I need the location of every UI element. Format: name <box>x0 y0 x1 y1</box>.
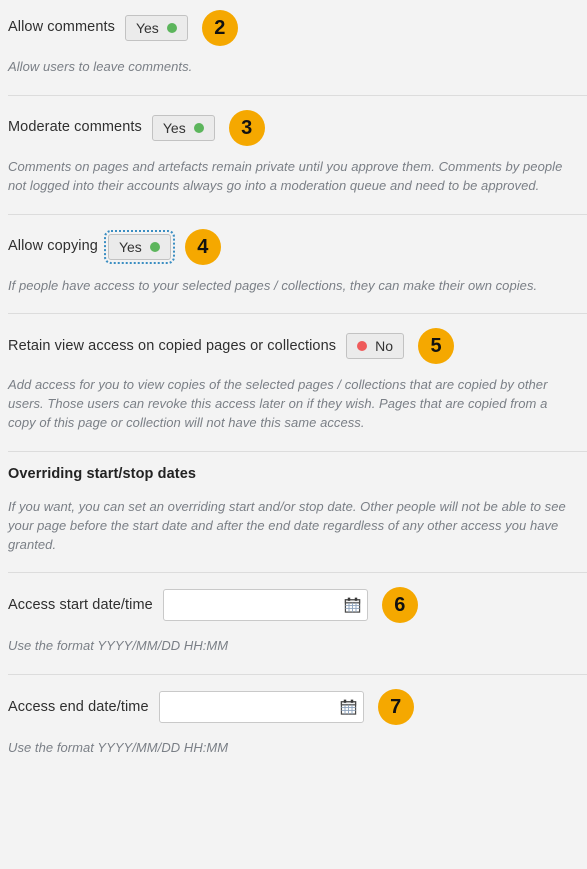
control-row: Access end date/time 7 <box>8 689 579 726</box>
status-dot-no-icon <box>357 341 368 352</box>
allow-copying-toggle-value: Yes <box>118 238 142 255</box>
control-row: Moderate comments Yes 3 <box>8 109 579 146</box>
allow-copying-label: Allow copying <box>8 237 98 254</box>
status-dot-yes-icon <box>166 23 177 33</box>
retain-view-access-description: Add access for you to view copies of the… <box>8 377 548 431</box>
access-end-date-field <box>158 691 364 724</box>
access-end-description: Use the format YYYY/MM/DD HH:MM <box>8 740 229 756</box>
moderate-comments-toggle[interactable]: Yes <box>151 114 215 141</box>
moderate-comments-toggle-value: Yes <box>162 119 186 136</box>
allow-copying-description: If people have access to your selected p… <box>8 277 538 293</box>
access-end-input[interactable] <box>158 691 364 724</box>
allow-comments-label: Allow comments <box>8 19 115 36</box>
setting-moderate-comments: Moderate comments Yes 3 Comments on page… <box>0 96 587 214</box>
retain-view-access-toggle[interactable]: No <box>346 333 405 360</box>
overriding-dates-heading: Overriding start/stop dates <box>8 465 197 482</box>
step-badge-6: 6 <box>381 587 418 624</box>
overriding-dates-description: If you want, you can set an overriding s… <box>8 498 566 552</box>
setting-retain-view-access: Retain view access on copied pages or co… <box>0 314 587 451</box>
access-start-label: Access start date/time <box>8 596 153 613</box>
access-end-label: Access end date/time <box>8 698 149 715</box>
retain-view-access-toggle-value: No <box>375 338 394 355</box>
setting-allow-copying: Allow copying Yes 4 If people have acces… <box>0 215 587 314</box>
step-badge-4: 4 <box>184 228 221 265</box>
allow-comments-toggle-value: Yes <box>135 20 159 36</box>
control-row: Access start date/time 6 <box>8 587 579 624</box>
step-badge-7: 7 <box>377 689 414 726</box>
calendar-icon[interactable] <box>340 699 357 716</box>
status-dot-yes-icon <box>193 122 204 133</box>
step-badge-2: 2 <box>201 10 238 46</box>
retain-view-access-label: Retain view access on copied pages or co… <box>8 337 337 354</box>
step-badge-3: 3 <box>228 109 265 146</box>
control-row: Allow comments Yes 2 <box>8 10 579 46</box>
setting-access-end: Access end date/time 7 Use the format YY… <box>0 675 587 768</box>
setting-overriding-dates: Overriding start/stop dates If you want,… <box>0 452 587 573</box>
control-row: Allow copying Yes 4 <box>8 228 579 265</box>
allow-copying-toggle[interactable]: Yes <box>103 229 175 264</box>
access-settings-form: Allow comments Yes 2 Allow users to leav… <box>0 0 587 869</box>
moderate-comments-label: Moderate comments <box>8 119 142 136</box>
setting-allow-comments: Allow comments Yes 2 Allow users to leav… <box>0 0 587 95</box>
access-start-input[interactable] <box>162 589 368 622</box>
allow-comments-toggle[interactable]: Yes <box>124 15 188 41</box>
allow-comments-description: Allow users to leave comments. <box>8 59 193 74</box>
setting-access-start: Access start date/time 6 Use the format … <box>0 573 587 674</box>
access-start-date-field <box>162 589 368 622</box>
control-row: Retain view access on copied pages or co… <box>8 328 579 365</box>
access-start-description: Use the format YYYY/MM/DD HH:MM <box>8 638 229 654</box>
moderate-comments-description: Comments on pages and artefacts remain p… <box>8 158 563 193</box>
step-badge-5: 5 <box>418 328 455 365</box>
calendar-icon[interactable] <box>344 597 361 614</box>
status-dot-yes-icon <box>149 241 160 252</box>
